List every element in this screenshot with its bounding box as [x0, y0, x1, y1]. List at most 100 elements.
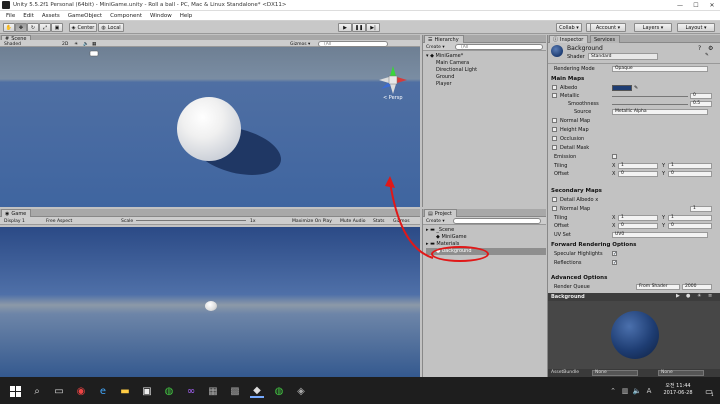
secondary-normal-slot[interactable]: [552, 206, 557, 211]
persp-label[interactable]: < Persp: [383, 95, 403, 101]
scene-view[interactable]: < Persp: [0, 47, 420, 207]
hierarchy-search-input[interactable]: (All: [455, 44, 543, 50]
preview-sphere-icon[interactable]: ●: [686, 293, 690, 299]
account-button[interactable]: Account ▾: [590, 23, 626, 32]
layout-dropdown[interactable]: Layout ▾: [677, 23, 715, 32]
uv-set-dropdown[interactable]: UV0: [612, 232, 708, 238]
store-icon[interactable]: ▣: [140, 384, 154, 398]
chrome2-icon[interactable]: ◍: [272, 384, 286, 398]
shader-dropdown[interactable]: Standard: [588, 53, 658, 60]
pivot-toggle[interactable]: ◈ Center: [69, 23, 97, 32]
tab-services[interactable]: Services: [590, 35, 621, 43]
maximize-button[interactable]: ☐: [688, 0, 704, 11]
metallic-slider[interactable]: [612, 96, 688, 97]
mute-audio-toggle[interactable]: Mute Audio: [340, 218, 366, 224]
smoothness-slider[interactable]: [612, 104, 688, 105]
clock[interactable]: 오전 11:44 2017-06-28: [660, 383, 696, 397]
metallic-value[interactable]: 0: [690, 93, 712, 99]
pause-button[interactable]: ❚❚: [352, 23, 366, 32]
metallic-texture-slot[interactable]: [552, 93, 557, 98]
rendering-mode-dropdown[interactable]: Opaque: [612, 66, 708, 72]
aspect-dropdown[interactable]: Free Aspect: [46, 218, 72, 224]
display-dropdown[interactable]: Display 1: [4, 218, 25, 224]
smoothness-value[interactable]: 0.5: [690, 101, 712, 107]
edge-icon[interactable]: e: [96, 384, 110, 398]
edit-button[interactable]: ✎: [705, 53, 709, 58]
rect-tool-button[interactable]: ▣: [51, 23, 63, 32]
chrome-icon[interactable]: ◍: [162, 384, 176, 398]
secondary-tiling-x[interactable]: 1: [618, 215, 658, 221]
preview-play-icon[interactable]: ▶: [676, 293, 680, 299]
assetbundle-dropdown[interactable]: None: [592, 370, 638, 376]
material-preview[interactable]: [548, 301, 720, 369]
menu-component[interactable]: Component: [106, 13, 146, 19]
maximize-on-play-toggle[interactable]: Maximize On Play: [292, 218, 332, 224]
task-view-icon[interactable]: ▭: [52, 384, 66, 398]
secondary-normal-value[interactable]: 1: [690, 206, 712, 212]
tab-inspector[interactable]: ⓘ Inspector: [549, 35, 589, 43]
menu-file[interactable]: File: [2, 13, 19, 19]
tiling-y-input[interactable]: 1: [668, 163, 712, 169]
preview-menu-icon[interactable]: ≡: [708, 293, 712, 299]
hierarchy-create-button[interactable]: Create ▾: [426, 44, 445, 50]
help-icon[interactable]: ?: [698, 45, 701, 52]
hierarchy-item[interactable]: Main Camera: [426, 60, 546, 67]
windows-start-icon[interactable]: [8, 384, 22, 398]
height-map-slot[interactable]: [552, 127, 557, 132]
app2-icon[interactable]: ▦: [206, 384, 220, 398]
tiling-x-input[interactable]: 1: [618, 163, 658, 169]
assetbundle-variant-dropdown[interactable]: None: [658, 370, 704, 376]
offset-y-input[interactable]: 0: [668, 171, 712, 177]
search-icon[interactable]: ⌕: [30, 384, 44, 398]
collab-button[interactable]: Collab ▾: [556, 23, 582, 32]
directional-light-icon[interactable]: [89, 50, 99, 58]
app-icon[interactable]: ◉: [74, 384, 88, 398]
step-button[interactable]: ▶|: [366, 23, 380, 32]
emission-checkbox[interactable]: [612, 154, 617, 159]
menu-gameobject[interactable]: GameObject: [64, 13, 106, 19]
scene-orientation-gizmo[interactable]: [377, 64, 409, 96]
menu-assets[interactable]: Assets: [38, 13, 64, 19]
close-button[interactable]: ✕: [704, 0, 720, 11]
albedo-texture-slot[interactable]: [552, 85, 557, 90]
scale-slider[interactable]: [136, 220, 246, 221]
visual-studio-icon[interactable]: ∞: [184, 384, 198, 398]
render-queue-dropdown[interactable]: From Shader: [636, 284, 680, 290]
settings-gear-icon[interactable]: ⚙: [708, 45, 713, 52]
secondary-offset-y[interactable]: 0: [668, 223, 712, 229]
ime-icon[interactable]: A: [642, 384, 656, 398]
normal-map-slot[interactable]: [552, 118, 557, 123]
offset-x-input[interactable]: 0: [618, 171, 658, 177]
move-tool-button[interactable]: ✥: [15, 23, 27, 32]
layers-dropdown[interactable]: Layers ▾: [634, 23, 672, 32]
hierarchy-item[interactable]: Ground: [426, 74, 546, 81]
play-button[interactable]: ▶: [338, 23, 352, 32]
unity-taskbar-icon[interactable]: ◆: [250, 384, 264, 398]
tab-game[interactable]: ◉ Game: [1, 209, 32, 217]
detail-mask-slot[interactable]: [552, 145, 557, 150]
menu-edit[interactable]: Edit: [19, 13, 38, 19]
file-explorer-icon[interactable]: ▬: [118, 384, 132, 398]
space-toggle[interactable]: ◍ Local: [98, 23, 124, 32]
project-search-input[interactable]: [453, 218, 541, 224]
minimize-button[interactable]: —: [672, 0, 688, 11]
specular-checkbox[interactable]: [612, 250, 617, 258]
secondary-offset-x[interactable]: 0: [618, 223, 658, 229]
albedo-color-swatch[interactable]: [612, 85, 632, 91]
menu-help[interactable]: Help: [176, 13, 197, 19]
hierarchy-item[interactable]: Directional Light: [426, 67, 546, 74]
reflections-checkbox[interactable]: [612, 259, 617, 267]
menu-window[interactable]: Window: [146, 13, 176, 19]
game-view[interactable]: [0, 227, 420, 377]
player-sphere[interactable]: [177, 97, 241, 161]
secondary-tiling-y[interactable]: 1: [668, 215, 712, 221]
occlusion-slot[interactable]: [552, 136, 557, 141]
detail-albedo-slot[interactable]: [552, 197, 557, 202]
eyedropper-icon[interactable]: ✎: [634, 84, 638, 92]
app4-icon[interactable]: ◈: [294, 384, 308, 398]
tab-hierarchy[interactable]: ☰ Hierarchy: [424, 35, 464, 43]
hierarchy-item[interactable]: Player: [426, 81, 546, 88]
render-queue-value[interactable]: 2000: [682, 284, 712, 290]
app3-icon[interactable]: ▩: [228, 384, 242, 398]
source-dropdown[interactable]: Metallic Alpha: [612, 109, 708, 115]
